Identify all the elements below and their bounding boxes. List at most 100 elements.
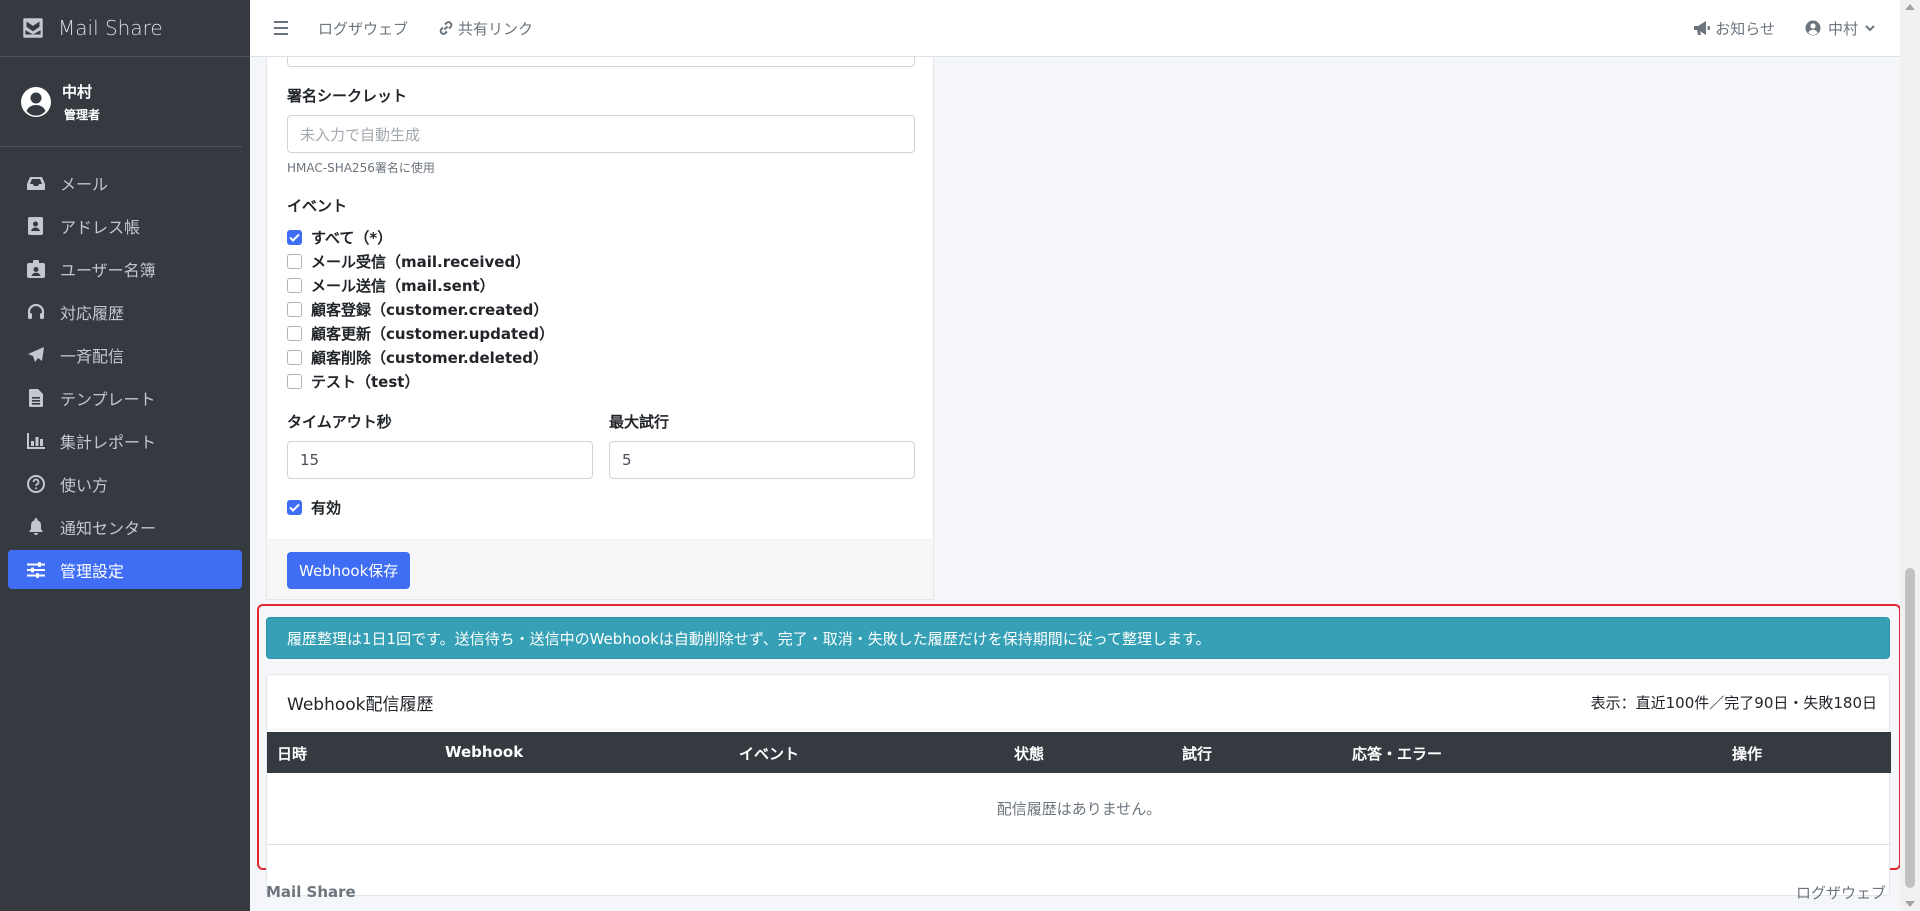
column-response-error: 応答・エラー: [1352, 745, 1443, 763]
brand-text: Mail Share: [58, 16, 163, 40]
sidebar: Mail Share 中村 管理者 メール アドレス帳 ユーザー名簿 対応履歴 …: [0, 0, 250, 911]
column-actions: 操作: [1732, 745, 1763, 763]
column-status: 状態: [1014, 745, 1045, 763]
event-option-label: メール送信（mail.sent）: [311, 277, 495, 295]
column-attempts: 試行: [1182, 745, 1213, 763]
checkbox[interactable]: [287, 350, 302, 365]
user-circle-icon: [21, 86, 51, 117]
sidebar-item-label: メール: [60, 174, 109, 194]
secret-help: HMAC-SHA256署名に使用: [287, 161, 435, 175]
form-footer: Webhook保存: [267, 539, 933, 599]
event-option-label: メール受信（mail.received）: [311, 253, 531, 271]
sidebar-item-template[interactable]: テンプレート: [8, 378, 242, 417]
scroll-up-arrow-icon[interactable]: [1905, 4, 1915, 10]
sidebar-item-broadcast[interactable]: 一斉配信: [8, 335, 242, 374]
user-name: 中村: [62, 82, 93, 101]
history-title: Webhook配信履歴: [287, 694, 434, 715]
paper-plane-icon: [26, 345, 46, 365]
secret-input[interactable]: 未入力で自動生成: [287, 115, 915, 153]
scroll-down-arrow-icon[interactable]: [1905, 901, 1915, 907]
page-footer: Mail Share ログザウェブ: [266, 872, 1890, 911]
event-option-customer-updated[interactable]: 顧客更新（customer.updated）: [287, 323, 554, 344]
main-content: 署名シークレット 未入力で自動生成 HMAC-SHA256署名に使用 イベント …: [250, 57, 1901, 911]
history-header: Webhook配信履歴 表示：直近100件／完了90日・失敗180日: [267, 675, 1889, 730]
enabled-label: 有効: [311, 499, 342, 517]
link-icon: [439, 21, 453, 35]
user-circle-icon: [1805, 20, 1821, 36]
sidebar-item-label: 集計レポート: [60, 432, 157, 452]
sidebar-item-address-book[interactable]: アドレス帳: [8, 206, 242, 245]
sidebar-item-label: 使い方: [60, 475, 109, 495]
sidebar-item-report[interactable]: 集計レポート: [8, 421, 242, 460]
checkbox-checked[interactable]: [287, 230, 302, 245]
previous-input[interactable]: [287, 57, 915, 67]
sidebar-item-label: 通知センター: [60, 518, 157, 538]
footer-brand: Mail Share: [266, 883, 356, 901]
brand[interactable]: Mail Share: [0, 0, 250, 57]
bell-icon: [26, 517, 46, 537]
checkbox[interactable]: [287, 374, 302, 389]
sidebar-item-history[interactable]: 対応履歴: [8, 292, 242, 331]
retry-label: 最大試行: [609, 413, 670, 431]
chart-icon: [26, 431, 46, 451]
share-link-label: 共有リンク: [458, 19, 534, 38]
hamburger-menu-icon[interactable]: [272, 17, 294, 39]
sidebar-item-label: ユーザー名簿: [60, 260, 156, 280]
checkbox-checked[interactable]: [287, 500, 302, 515]
question-circle-icon: [26, 474, 46, 494]
event-option-customer-deleted[interactable]: 顧客削除（customer.deleted）: [287, 347, 548, 368]
event-option-test[interactable]: テスト（test）: [287, 371, 419, 392]
share-link[interactable]: 共有リンク: [438, 18, 533, 39]
checkbox[interactable]: [287, 326, 302, 341]
event-option-label: すべて（*）: [311, 229, 393, 247]
enabled-option[interactable]: 有効: [287, 497, 341, 518]
id-badge-icon: [26, 259, 46, 279]
event-option-mail-received[interactable]: メール受信（mail.received）: [287, 251, 530, 272]
logout-link[interactable]: ログザウェブ: [318, 18, 408, 39]
user-panel[interactable]: 中村 管理者: [0, 57, 242, 147]
sidebar-item-label: 一斉配信: [60, 346, 125, 366]
user-menu-label: 中村: [1827, 19, 1858, 38]
sidebar-item-label: 対応履歴: [60, 303, 125, 323]
sidebar-item-mail[interactable]: メール: [8, 163, 242, 202]
event-option-mail-sent[interactable]: メール送信（mail.sent）: [287, 275, 495, 296]
sidebar-item-admin-settings[interactable]: 管理設定: [8, 550, 242, 589]
topbar: ログザウェブ 共有リンク お知らせ 中村: [250, 0, 1920, 57]
sidebar-item-help[interactable]: 使い方: [8, 464, 242, 503]
page-scrollbar[interactable]: [1900, 0, 1920, 911]
footer-link[interactable]: ログザウェブ: [1796, 882, 1886, 903]
info-alert: 履歴整理は1日1回です。送信待ち・送信中のWebhookは自動削除せず、完了・取…: [266, 617, 1890, 659]
sliders-icon: [26, 560, 46, 580]
column-event: イベント: [739, 745, 800, 763]
inbox-icon: [26, 173, 46, 193]
history-empty-message: 配信履歴はありません。: [267, 773, 1891, 845]
sidebar-nav: メール アドレス帳 ユーザー名簿 対応履歴 一斉配信 テンプレート 集計レポート: [0, 147, 250, 589]
topbar-right: お知らせ 中村: [1693, 18, 1880, 39]
timeout-input[interactable]: 15: [287, 441, 593, 479]
checkbox[interactable]: [287, 254, 302, 269]
events-label: イベント: [287, 197, 348, 215]
scrollbar-thumb[interactable]: [1905, 568, 1915, 888]
event-option-all[interactable]: すべて（*）: [287, 227, 392, 248]
event-option-customer-created[interactable]: 顧客登録（customer.created）: [287, 299, 548, 320]
history-table-header: 日時 Webhook イベント 状態 試行 応答・エラー 操作: [267, 732, 1891, 773]
webhook-form-card: 署名シークレット 未入力で自動生成 HMAC-SHA256署名に使用 イベント …: [266, 57, 934, 600]
sidebar-item-notifications[interactable]: 通知センター: [8, 507, 242, 546]
user-menu[interactable]: 中村: [1805, 18, 1880, 39]
checkbox[interactable]: [287, 278, 302, 293]
address-book-icon: [26, 216, 46, 236]
file-icon: [26, 388, 46, 408]
history-meta: 表示：直近100件／完了90日・失敗180日: [1590, 693, 1877, 712]
event-option-label: 顧客更新（customer.updated）: [311, 325, 555, 343]
event-option-label: テスト（test）: [311, 373, 420, 391]
sidebar-item-user-directory[interactable]: ユーザー名簿: [8, 249, 242, 288]
event-option-label: 顧客削除（customer.deleted）: [311, 349, 549, 367]
notice-link[interactable]: お知らせ: [1693, 18, 1775, 39]
mail-box-icon: [23, 18, 43, 38]
sidebar-item-label: 管理設定: [60, 561, 125, 581]
event-option-label: 顧客登録（customer.created）: [311, 301, 549, 319]
checkbox[interactable]: [287, 302, 302, 317]
sidebar-item-label: アドレス帳: [60, 217, 141, 237]
save-webhook-button[interactable]: Webhook保存: [287, 552, 411, 589]
retry-input[interactable]: 5: [609, 441, 915, 479]
